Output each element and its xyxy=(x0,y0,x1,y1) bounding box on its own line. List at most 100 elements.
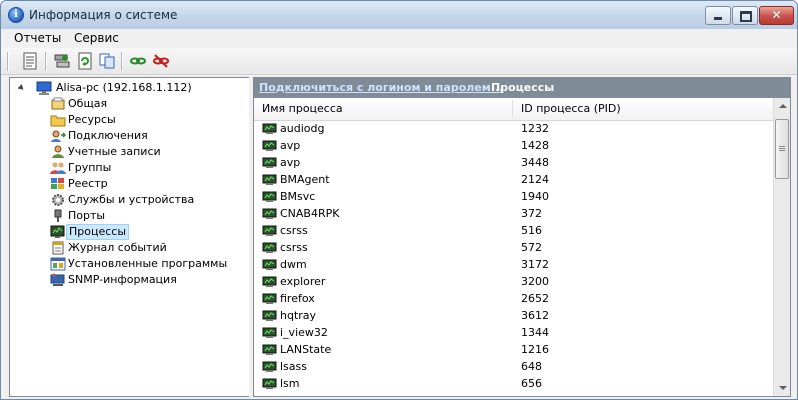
network-scan-button[interactable] xyxy=(53,52,71,70)
arrow-up-icon xyxy=(779,104,787,108)
connect-icon xyxy=(130,57,146,65)
table-row[interactable]: firefox 2652 xyxy=(254,291,773,307)
process-table: audiodg 1232 avp 1428 avp 3448 BMAgent 2… xyxy=(254,121,773,396)
process-icon xyxy=(262,191,277,202)
process-name: avp xyxy=(280,139,301,152)
network-scan-icon xyxy=(54,54,70,68)
process-icon xyxy=(262,310,277,321)
arrow-down-icon xyxy=(779,386,787,390)
table-row[interactable]: lsass 648 xyxy=(254,359,773,375)
process-pid: 1344 xyxy=(521,326,549,339)
column-header-name[interactable]: Имя процесса xyxy=(254,98,512,120)
process-icon xyxy=(262,361,277,372)
expand-arrow-icon[interactable] xyxy=(17,84,26,92)
tree-item-label: SNMP-информация xyxy=(68,273,177,286)
system-info-window: i Информация о системе ✕ Отчеты Сервис A… xyxy=(0,0,798,400)
process-name: lsm xyxy=(280,377,300,390)
table-header: Имя процесса ID процесса (PID) xyxy=(254,98,773,121)
process-icon xyxy=(262,327,277,338)
scroll-thumb[interactable] xyxy=(775,119,789,179)
installed-programs-icon xyxy=(50,257,66,271)
process-pid: 3200 xyxy=(521,275,549,288)
ports-icon xyxy=(54,209,62,222)
process-name: i_view32 xyxy=(280,326,328,339)
copy-button[interactable] xyxy=(98,52,116,70)
process-pid: 2652 xyxy=(521,292,549,305)
connect-button[interactable] xyxy=(129,52,147,70)
tree-item-label: Журнал событий xyxy=(68,241,167,254)
process-icon xyxy=(262,123,277,134)
connect-with-login-link[interactable]: Подключиться с логином и паролем... xyxy=(259,81,503,94)
table-row[interactable]: avp 1428 xyxy=(254,138,773,154)
menu-reports[interactable]: Отчеты xyxy=(9,31,66,45)
table-row[interactable]: csrss 516 xyxy=(254,223,773,239)
process-pid: 3612 xyxy=(521,309,549,322)
registry-icon xyxy=(51,178,64,189)
process-pid: 1428 xyxy=(521,139,549,152)
tree-item-label: Реестр xyxy=(68,177,108,190)
table-row[interactable]: dwm 3172 xyxy=(254,257,773,273)
scroll-down-button[interactable] xyxy=(774,379,790,396)
maximize-icon xyxy=(740,11,752,22)
tree-item-label: Установленные программы xyxy=(68,257,228,270)
process-icon xyxy=(262,259,277,270)
process-name: firefox xyxy=(280,292,315,305)
close-button[interactable]: ✕ xyxy=(759,6,794,25)
scroll-up-button[interactable] xyxy=(774,98,790,115)
refresh-button[interactable] xyxy=(76,52,94,70)
close-icon: ✕ xyxy=(771,8,782,22)
title-bar[interactable]: i Информация о системе ✕ xyxy=(1,1,797,30)
table-row[interactable]: LANState 1216 xyxy=(254,342,773,358)
minimize-button[interactable] xyxy=(705,6,731,25)
resources-folder-icon xyxy=(50,115,66,127)
table-row[interactable]: BMAgent 2124 xyxy=(254,172,773,188)
snmp-icon xyxy=(50,273,65,286)
table-row[interactable]: avp 3448 xyxy=(254,155,773,171)
user-accounts-icon xyxy=(52,145,64,158)
maximize-button[interactable] xyxy=(732,6,758,25)
process-name: BMAgent xyxy=(280,173,330,186)
column-header-pid[interactable]: ID процесса (PID) xyxy=(513,98,771,120)
tree-item-label: Учетные записи xyxy=(68,145,161,158)
process-name: csrss xyxy=(280,224,308,237)
tree-root-label: Alisa-pc (192.168.1.112) xyxy=(56,81,192,94)
report-icon xyxy=(23,52,37,70)
process-pid: 656 xyxy=(521,377,542,390)
table-row[interactable]: hqtray 3612 xyxy=(254,308,773,324)
grip-line xyxy=(779,150,785,151)
navigation-tree[interactable]: Alisa-pc (192.168.1.112) Общая Ресурсы П… xyxy=(9,77,250,397)
menu-service[interactable]: Сервис xyxy=(69,31,124,45)
disconnect-icon xyxy=(153,54,169,68)
connections-icon xyxy=(51,130,66,142)
process-icon xyxy=(262,344,277,355)
table-row[interactable]: lsm 656 xyxy=(254,376,773,392)
process-pid: 572 xyxy=(521,241,542,254)
tree-item-label: Подключения xyxy=(68,129,148,142)
disconnect-button[interactable] xyxy=(152,52,170,70)
toolbar-separator xyxy=(45,52,47,71)
content-panel: Подключиться с логином и паролем... Проц… xyxy=(253,77,791,397)
table-row[interactable]: i_view32 1344 xyxy=(254,325,773,341)
report-button[interactable] xyxy=(21,52,39,70)
table-row[interactable]: audiodg 1232 xyxy=(254,121,773,137)
toolbar-separator xyxy=(7,52,9,71)
process-icon xyxy=(262,242,277,253)
panel-header: Подключиться с логином и паролем... Проц… xyxy=(254,78,790,98)
tree-item-label: Процессы xyxy=(66,224,130,240)
process-name: explorer xyxy=(280,275,326,288)
table-row[interactable]: csrss 572 xyxy=(254,240,773,256)
tree-item-label: Службы и устройства xyxy=(68,193,195,206)
grip-line xyxy=(779,146,785,147)
vertical-scrollbar[interactable] xyxy=(773,98,790,396)
process-name: avp xyxy=(280,156,301,169)
process-name: csrss xyxy=(280,241,308,254)
table-row[interactable]: CNAB4RPK 372 xyxy=(254,206,773,222)
process-icon xyxy=(262,174,277,185)
copy-icon xyxy=(99,53,115,69)
table-row[interactable]: explorer 3200 xyxy=(254,274,773,290)
process-icon xyxy=(262,276,277,287)
services-gear-icon xyxy=(52,194,64,206)
process-icon xyxy=(262,378,277,389)
table-row[interactable]: BMsvc 1940 xyxy=(254,189,773,205)
process-pid: 648 xyxy=(521,360,542,373)
